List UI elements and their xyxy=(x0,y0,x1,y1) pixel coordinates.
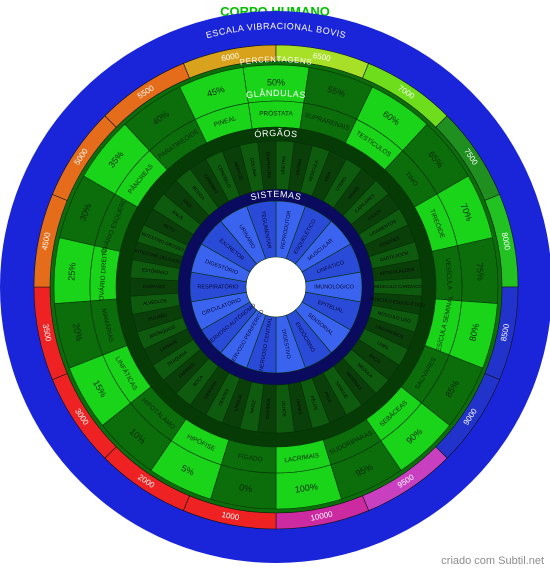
percentagens-label: 75% xyxy=(474,262,485,281)
sistemas-label: RESPIRATÓRIO xyxy=(197,283,239,290)
glandulas-label: PRÓSTATA xyxy=(259,109,293,118)
orgaos-label: OLHOS xyxy=(281,401,287,417)
percentagens-label: 50% xyxy=(267,77,285,87)
percentagens-label: 25% xyxy=(66,262,77,281)
orgaos-label: ESÔFAGO xyxy=(143,283,166,289)
body-wheel-diagram: 6000 650070007500800085009000950010000100… xyxy=(0,11,550,563)
orgaos-label: MÚSCULO CARDÍACO xyxy=(374,283,422,289)
footer-credit: criado com Subtil.net xyxy=(441,555,544,567)
percentagens-label: 0% xyxy=(239,482,253,494)
sistemas-label: IMUNOLÓGICO xyxy=(314,283,354,290)
